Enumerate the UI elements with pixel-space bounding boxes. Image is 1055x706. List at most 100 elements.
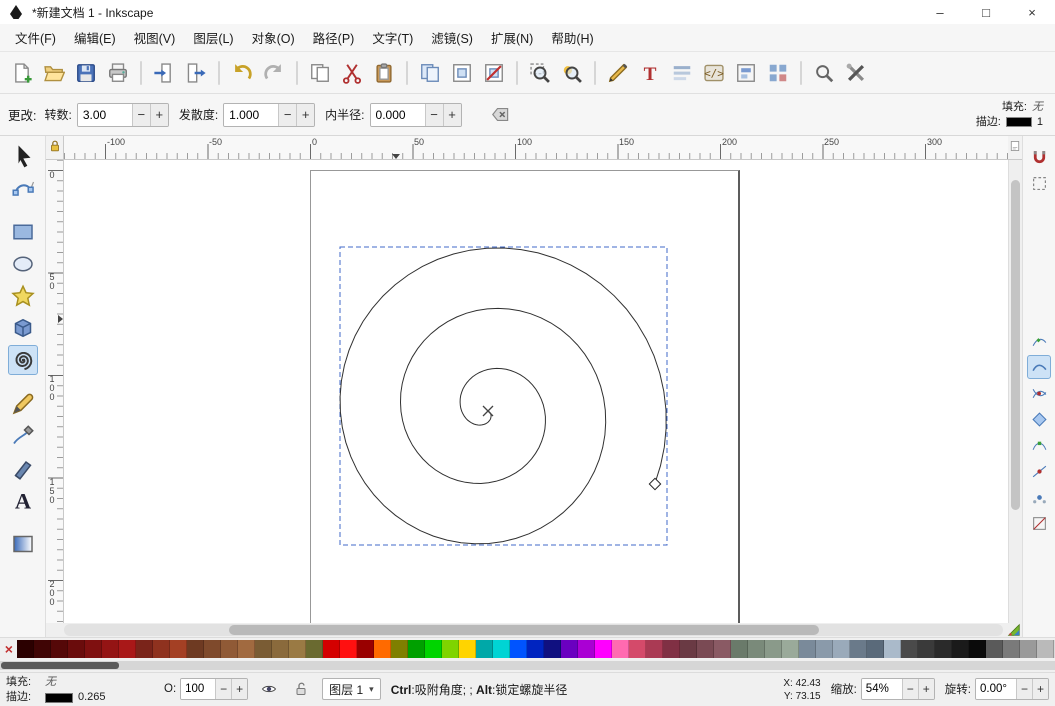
- palette-swatch[interactable]: [578, 640, 595, 658]
- undo-icon[interactable]: [227, 58, 257, 88]
- palette-swatch[interactable]: [374, 640, 391, 658]
- palette-swatch[interactable]: [221, 640, 238, 658]
- spin-input[interactable]: [371, 104, 425, 126]
- palette-swatch[interactable]: [306, 640, 323, 658]
- layers-dialog-icon[interactable]: [667, 58, 697, 88]
- palette-swatch[interactable]: [816, 640, 833, 658]
- preferences-icon[interactable]: [841, 58, 871, 88]
- copy-icon[interactable]: [305, 58, 335, 88]
- spin-input[interactable]: [78, 104, 132, 126]
- palette-swatch[interactable]: [901, 640, 918, 658]
- opacity-decrement[interactable]: −: [215, 679, 231, 699]
- palette-swatch[interactable]: [884, 640, 901, 658]
- folder-open-icon[interactable]: [39, 58, 69, 88]
- zoom-input[interactable]: [862, 679, 902, 699]
- rotation-decrement[interactable]: −: [1016, 679, 1032, 699]
- palette-swatch[interactable]: [833, 640, 850, 658]
- fill-stroke-icon[interactable]: [603, 58, 633, 88]
- cut-icon[interactable]: [337, 58, 367, 88]
- palette-scrollbar[interactable]: [0, 661, 1055, 670]
- reset-defaults-button[interactable]: [488, 102, 514, 128]
- paste-icon[interactable]: [369, 58, 399, 88]
- style-indicator[interactable]: 填充: 无 描边: 1: [976, 100, 1047, 130]
- find-icon[interactable]: [809, 58, 839, 88]
- palette-swatch[interactable]: [1020, 640, 1037, 658]
- palette-swatch[interactable]: [272, 640, 289, 658]
- unlink-clone-icon[interactable]: [479, 58, 509, 88]
- snap-smooth-icon[interactable]: [1027, 433, 1051, 457]
- menu-item[interactable]: 视图(V): [125, 24, 185, 51]
- no-color-button[interactable]: ×: [1, 640, 17, 658]
- palette-swatch[interactable]: [476, 640, 493, 658]
- palette-swatch[interactable]: [357, 640, 374, 658]
- snap-bbox-icon[interactable]: [1027, 171, 1051, 195]
- palette-swatch[interactable]: [255, 640, 272, 658]
- palette-swatch[interactable]: [595, 640, 612, 658]
- snap-others-icon[interactable]: [1027, 485, 1051, 509]
- zoom-decrement[interactable]: −: [902, 679, 918, 699]
- palette-swatch[interactable]: [391, 640, 408, 658]
- palette-swatch[interactable]: [612, 640, 629, 658]
- spiral-tool-icon[interactable]: [8, 345, 38, 375]
- maximize-button[interactable]: □: [963, 0, 1009, 24]
- menu-item[interactable]: 编辑(E): [65, 24, 125, 51]
- palette-swatch[interactable]: [969, 640, 986, 658]
- palette-swatch[interactable]: [646, 640, 663, 658]
- menu-item[interactable]: 扩展(N): [482, 24, 542, 51]
- text-tool-icon[interactable]: A: [8, 485, 38, 515]
- palette-swatch[interactable]: [918, 640, 935, 658]
- vertical-scrollbar[interactable]: [1008, 160, 1022, 623]
- gradient-tool-icon[interactable]: [8, 529, 38, 559]
- sticky-zoom-button[interactable]: [1005, 623, 1022, 637]
- palette-swatch[interactable]: [663, 640, 680, 658]
- node-tool-icon[interactable]: [8, 173, 38, 203]
- rotation-increment[interactable]: +: [1032, 679, 1048, 699]
- cms-toggle-button[interactable]: [1008, 136, 1022, 160]
- opacity-increment[interactable]: +: [231, 679, 247, 699]
- palette-swatch[interactable]: [731, 640, 748, 658]
- palette-swatch[interactable]: [493, 640, 510, 658]
- palette-swatch[interactable]: [170, 640, 187, 658]
- rows-cols-icon[interactable]: [763, 58, 793, 88]
- menu-item[interactable]: 帮助(H): [542, 24, 602, 51]
- palette-swatch[interactable]: [289, 640, 306, 658]
- snap-page-icon[interactable]: [1027, 511, 1051, 535]
- palette-swatch[interactable]: [850, 640, 867, 658]
- palette-swatch[interactable]: [119, 640, 136, 658]
- snap-path-icon[interactable]: [1027, 355, 1051, 379]
- snap-nodes-icon[interactable]: [1027, 329, 1051, 353]
- zoom-selection-icon[interactable]: [525, 58, 555, 88]
- snap-midpoint-icon[interactable]: [1027, 459, 1051, 483]
- menu-item[interactable]: 对象(O): [243, 24, 304, 51]
- redo-icon[interactable]: [259, 58, 289, 88]
- horizontal-scrollbar-thumb[interactable]: [229, 625, 819, 635]
- text-dialog-icon[interactable]: T: [635, 58, 665, 88]
- palette-swatch[interactable]: [697, 640, 714, 658]
- horizontal-ruler[interactable]: -100-50050100150200250300: [64, 136, 1008, 160]
- pencil-tool-icon[interactable]: [8, 389, 38, 419]
- rect-tool-icon[interactable]: [8, 217, 38, 247]
- import-icon[interactable]: [149, 58, 179, 88]
- snap-path-intersection-icon[interactable]: [1027, 381, 1051, 405]
- palette-swatch[interactable]: [68, 640, 85, 658]
- palette-swatch[interactable]: [510, 640, 527, 658]
- menu-item[interactable]: 图层(L): [184, 24, 242, 51]
- xml-editor-icon[interactable]: </>: [699, 58, 729, 88]
- palette-swatch[interactable]: [867, 640, 884, 658]
- palette-swatch[interactable]: [561, 640, 578, 658]
- star-tool-icon[interactable]: [8, 281, 38, 311]
- menu-item[interactable]: 文字(T): [363, 24, 422, 51]
- palette-swatch[interactable]: [238, 640, 255, 658]
- spin-increment-button[interactable]: +: [296, 104, 314, 126]
- palette-swatch[interactable]: [153, 640, 170, 658]
- spin-input[interactable]: [224, 104, 278, 126]
- layer-lock-toggle[interactable]: [290, 678, 312, 700]
- palette-swatch[interactable]: [952, 640, 969, 658]
- calligraphy-tool-icon[interactable]: [8, 453, 38, 483]
- palette-swatch[interactable]: [1037, 640, 1054, 658]
- palette-swatch[interactable]: [85, 640, 102, 658]
- layer-selector[interactable]: 图层 1 ▾: [322, 678, 381, 700]
- zoom-increment[interactable]: +: [918, 679, 934, 699]
- palette-swatch[interactable]: [408, 640, 425, 658]
- palette-swatch[interactable]: [136, 640, 153, 658]
